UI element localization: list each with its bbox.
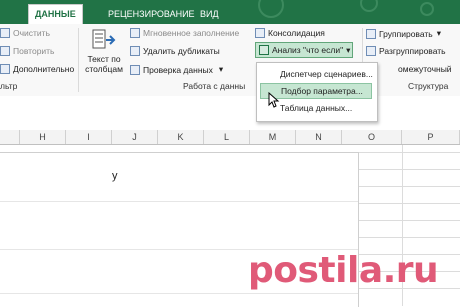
outline-group-label: Структура <box>408 81 449 91</box>
column-header-o[interactable]: O <box>342 130 402 144</box>
consolidate-icon <box>255 28 265 38</box>
clear-button[interactable]: Очистить <box>0 28 50 38</box>
clear-label: Очистить <box>13 28 51 38</box>
watermark-logo: postila.ru <box>248 250 439 291</box>
subtotal-label: омежуточный <box>398 64 452 74</box>
consolidate-button[interactable]: Консолидация <box>255 28 325 38</box>
chevron-down-icon: ▾ <box>218 64 224 74</box>
filter-group-label: льтр <box>0 81 18 91</box>
data-validation-icon <box>130 64 140 75</box>
ungroup-icon <box>366 46 376 56</box>
flash-fill-button[interactable]: Мгновенное заполнение <box>130 28 239 38</box>
column-header-j[interactable]: J <box>112 130 158 144</box>
subtotal-button[interactable]: омежуточный <box>398 64 452 74</box>
flash-fill-label: Мгновенное заполнение <box>143 28 240 38</box>
menu-item-scenario-manager[interactable]: Диспетчер сценариев... <box>260 66 373 82</box>
data-validation-button[interactable]: Проверка данных ▾ <box>130 64 223 75</box>
reapply-button[interactable]: Повторить <box>0 46 55 56</box>
column-headers: H I J K L M N O P <box>0 130 460 145</box>
tab-review[interactable]: РЕЦЕНЗИРОВАНИЕ <box>102 5 201 24</box>
column-header-k[interactable]: K <box>158 130 204 144</box>
group-separator <box>78 28 79 92</box>
column-header-m[interactable]: M <box>250 130 296 144</box>
text-to-columns-icon <box>92 29 116 49</box>
what-if-icon <box>259 45 269 55</box>
group-button[interactable]: Группировать ▾ <box>366 28 441 39</box>
data-tools-group-label: Работа с данны <box>183 81 246 91</box>
formula-bar-area <box>0 96 460 131</box>
data-validation-label: Проверка данных <box>143 64 213 75</box>
tab-data[interactable]: ДАННЫЕ <box>28 4 83 25</box>
advanced-label: Дополнительно <box>13 64 75 74</box>
chevron-down-icon: ▾ <box>436 28 441 38</box>
group-label: Группировать <box>379 28 433 39</box>
clear-filter-icon <box>0 28 10 38</box>
reapply-label: Повторить <box>13 46 55 56</box>
column-header-p[interactable]: P <box>402 130 460 144</box>
column-header-h[interactable]: H <box>20 130 66 144</box>
consolidate-label: Консолидация <box>268 28 325 38</box>
remove-duplicates-icon <box>130 46 140 56</box>
text-to-columns-button[interactable]: Текст по столбцам <box>84 28 124 74</box>
reapply-icon <box>0 46 10 56</box>
what-if-analysis-button[interactable]: Анализ "что если" ▾ <box>255 42 353 58</box>
remove-duplicates-button[interactable]: Удалить дубликаты <box>130 46 220 56</box>
ribbon-tab-bar: ДАННЫЕ РЕЦЕНЗИРОВАНИЕ ВИД <box>0 0 460 25</box>
text-to-columns-label-2: столбцам <box>85 64 123 74</box>
advanced-button[interactable]: Дополнительно <box>0 64 74 74</box>
advanced-filter-icon <box>0 64 10 74</box>
group-icon <box>366 28 376 39</box>
remove-duplicates-label: Удалить дубликаты <box>143 46 220 56</box>
what-if-label: Анализ "что если" <box>272 45 344 55</box>
tab-view[interactable]: ВИД <box>194 5 225 24</box>
ungroup-label: Разгруппировать <box>379 46 446 56</box>
column-header-partial[interactable] <box>0 130 20 144</box>
flash-fill-icon <box>130 28 140 38</box>
chevron-down-icon: ▾ <box>346 44 351 55</box>
column-header-n[interactable]: N <box>296 130 342 144</box>
column-header-i[interactable]: I <box>66 130 112 144</box>
cell-text: y <box>112 170 118 182</box>
text-to-columns-label-1: Текст по <box>87 54 121 64</box>
mouse-cursor-icon <box>268 92 280 108</box>
ungroup-button[interactable]: Разгруппировать <box>366 46 446 56</box>
column-header-l[interactable]: L <box>204 130 250 144</box>
